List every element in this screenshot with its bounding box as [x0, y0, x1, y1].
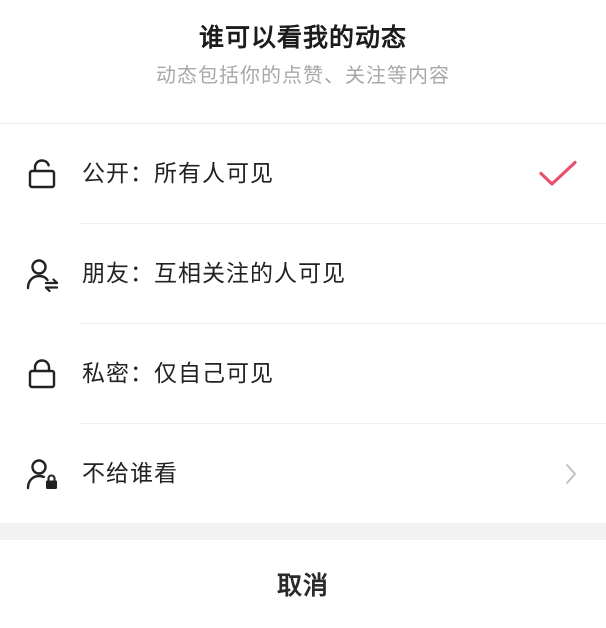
option-exclude-label: 不给谁看	[82, 461, 178, 487]
friends-icon	[24, 256, 60, 293]
option-private[interactable]: 私密：仅自己可见	[0, 324, 606, 424]
sheet-title: 谁可以看我的动态	[198, 23, 407, 52]
visibility-sheet: 谁可以看我的动态 动态包括你的点赞、关注等内容 公开：所有人可见 朋友：互相关注…	[0, 0, 606, 628]
unlock-icon	[24, 156, 60, 192]
visibility-options: 公开：所有人可见 朋友：互相关注的人可见 私密：仅自己可见 不给谁看	[0, 124, 606, 524]
chevron-right-icon	[566, 464, 576, 484]
option-public-trailing	[528, 154, 578, 194]
sheet-header: 谁可以看我的动态 动态包括你的点赞、关注等内容	[0, 0, 606, 124]
cancel-button[interactable]: 取消	[0, 540, 606, 628]
section-gap	[0, 523, 606, 540]
user-lock-icon	[24, 456, 60, 492]
option-friends[interactable]: 朋友：互相关注的人可见	[0, 224, 606, 324]
sheet-subtitle: 动态包括你的点赞、关注等内容	[156, 63, 450, 87]
option-exclude-trailing	[528, 454, 578, 494]
option-public[interactable]: 公开：所有人可见	[0, 124, 606, 224]
option-private-label: 私密：仅自己可见	[82, 361, 274, 387]
option-public-label: 公开：所有人可见	[82, 161, 274, 187]
option-exclude[interactable]: 不给谁看	[0, 424, 606, 524]
option-friends-trailing	[528, 254, 578, 294]
option-private-trailing	[528, 354, 578, 394]
lock-icon	[24, 356, 60, 392]
check-icon	[539, 160, 577, 186]
option-friends-label: 朋友：互相关注的人可见	[82, 261, 346, 287]
